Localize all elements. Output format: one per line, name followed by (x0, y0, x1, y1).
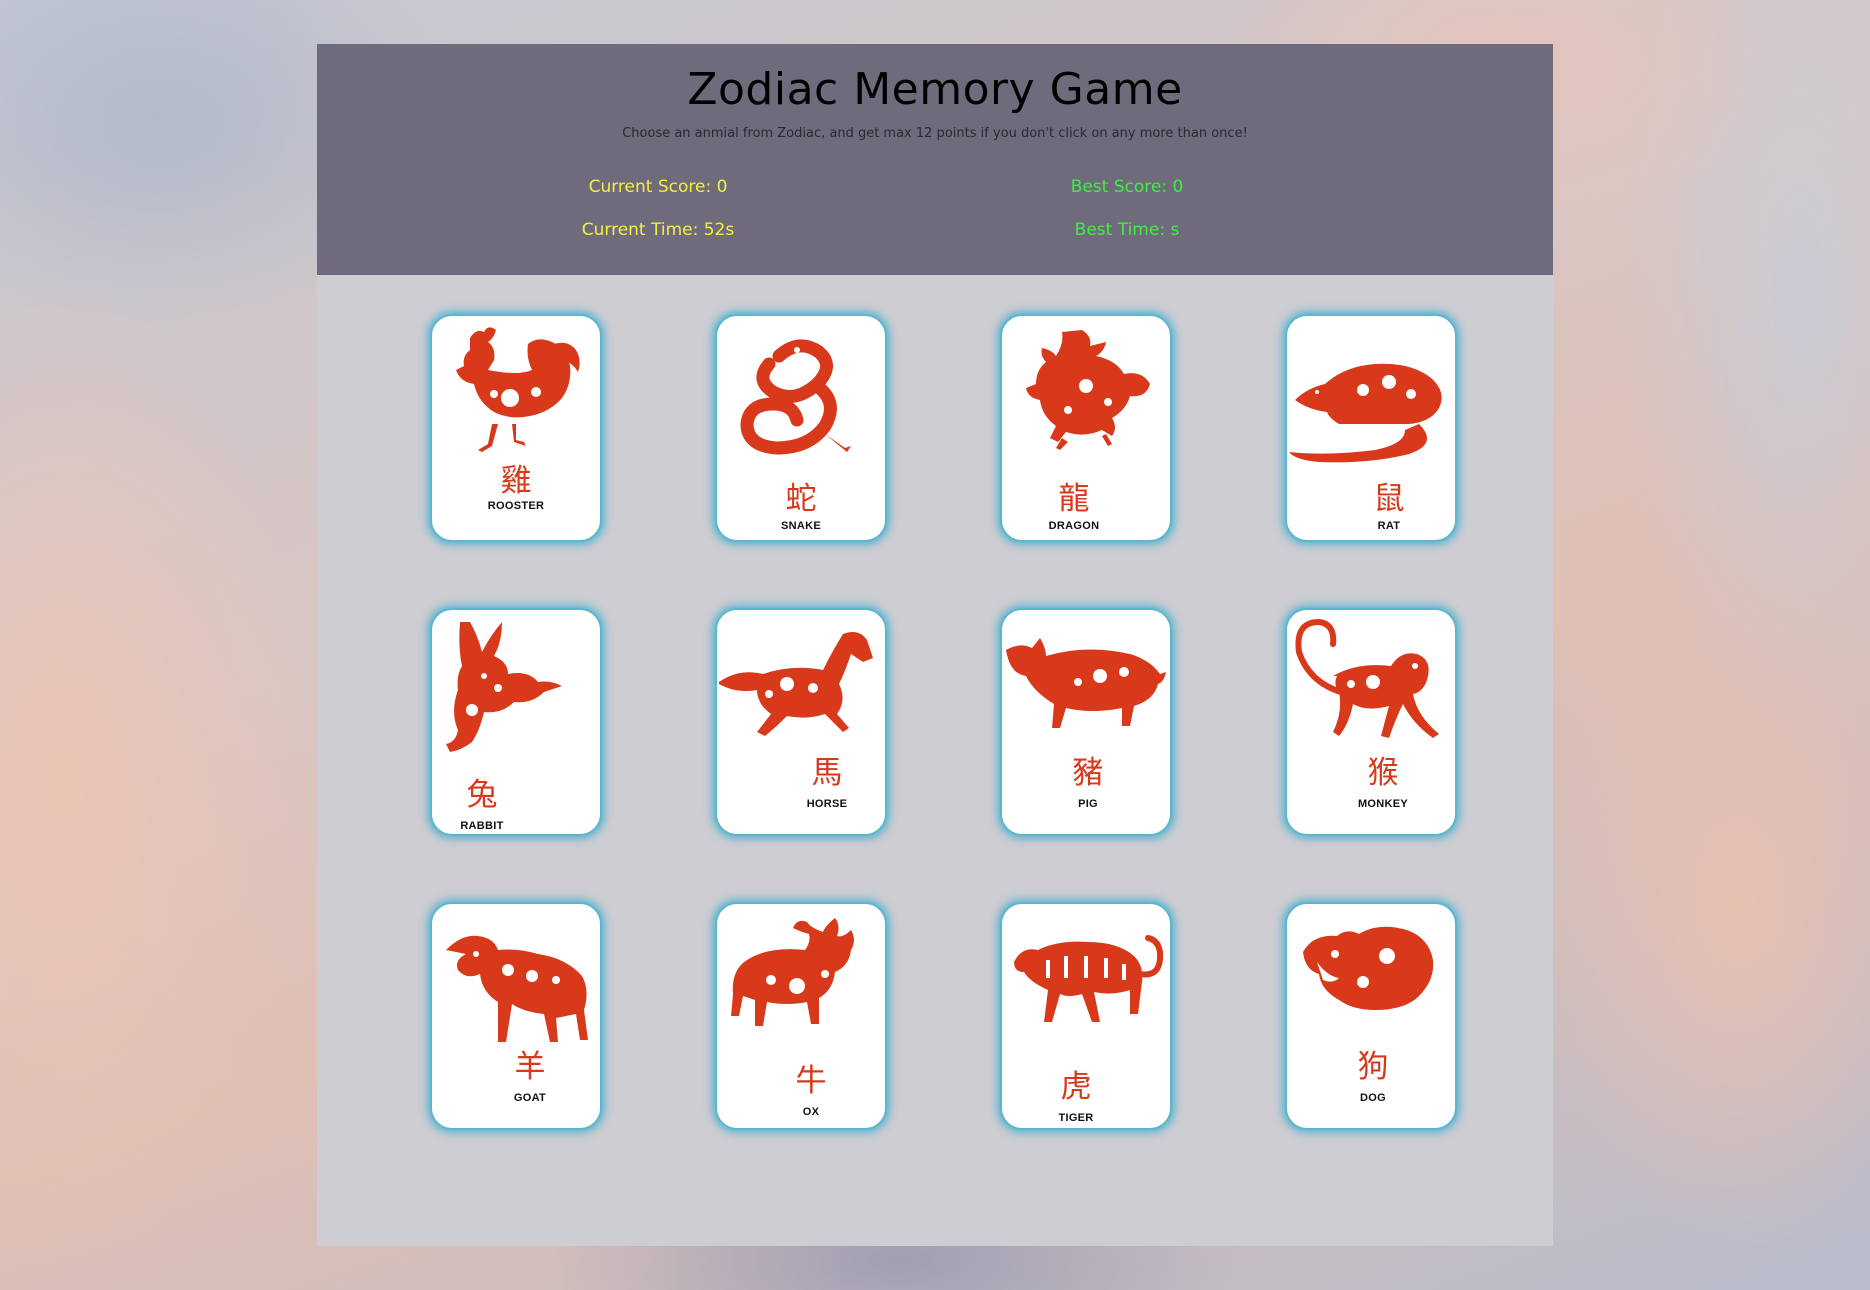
current-score: Current Score: 0 (588, 177, 728, 197)
card-tiger[interactable]: 虎 TIGER (1000, 902, 1172, 1130)
card-hanzi: 蛇 (785, 481, 817, 517)
card-rooster[interactable]: 雞 ROOSTER (430, 314, 602, 542)
card-hanzi: 牛 (795, 1063, 827, 1099)
card-label: HORSE (806, 798, 848, 810)
card-hanzi: 鼠 (1373, 481, 1405, 517)
card-hanzi: 虎 (1060, 1069, 1092, 1105)
card-ox[interactable]: 牛 OX (715, 902, 887, 1130)
card-label: MONKEY (1357, 798, 1409, 810)
card-goat[interactable]: 羊 GOAT (430, 902, 602, 1130)
card-horse[interactable]: 馬 HORSE (715, 608, 887, 836)
card-label: RAT (1377, 520, 1401, 532)
card-rat[interactable]: 鼠 RAT (1285, 314, 1457, 542)
page-title: Zodiac Memory Game (687, 64, 1183, 115)
card-label: RABBIT (460, 820, 504, 832)
card-hanzi: 馬 (811, 755, 843, 791)
card-hanzi: 狗 (1357, 1049, 1389, 1085)
card-hanzi: 羊 (514, 1049, 546, 1085)
card-dragon[interactable]: 龍 DRAGON (1000, 314, 1172, 542)
card-pig[interactable]: 豬 PIG (1000, 608, 1172, 836)
card-label: TIGER (1058, 1112, 1094, 1124)
card-snake[interactable]: 蛇 SNAKE (715, 314, 887, 542)
current-time: Current Time: 52s (581, 220, 735, 240)
best-time: Best Time: s (1074, 220, 1180, 240)
card-hanzi: 龍 (1058, 481, 1090, 517)
card-label: DRAGON (1048, 520, 1100, 532)
card-dog[interactable]: 狗 DOG (1285, 902, 1457, 1130)
card-label: ROOSTER (487, 500, 545, 512)
card-label: SNAKE (780, 520, 821, 532)
card-label: GOAT (513, 1092, 547, 1104)
card-hanzi: 豬 (1072, 755, 1104, 791)
game-panel: Zodiac Memory Game Choose an anmial from… (317, 44, 1553, 1246)
card-label: PIG (1078, 798, 1098, 810)
game-instructions: Choose an anmial from Zodiac, and get ma… (622, 126, 1248, 141)
card-monkey[interactable]: 猴 MONKEY (1285, 608, 1457, 836)
card-hanzi: 雞 (500, 463, 532, 499)
best-score: Best Score: 0 (1070, 177, 1184, 197)
card-rabbit[interactable]: 兔 RABBIT (430, 608, 602, 836)
card-hanzi: 兔 (466, 777, 498, 813)
card-label: OX (802, 1106, 820, 1118)
game-header: Zodiac Memory Game Choose an anmial from… (317, 44, 1553, 275)
card-label: DOG (1360, 1092, 1386, 1104)
card-hanzi: 猴 (1367, 755, 1399, 791)
